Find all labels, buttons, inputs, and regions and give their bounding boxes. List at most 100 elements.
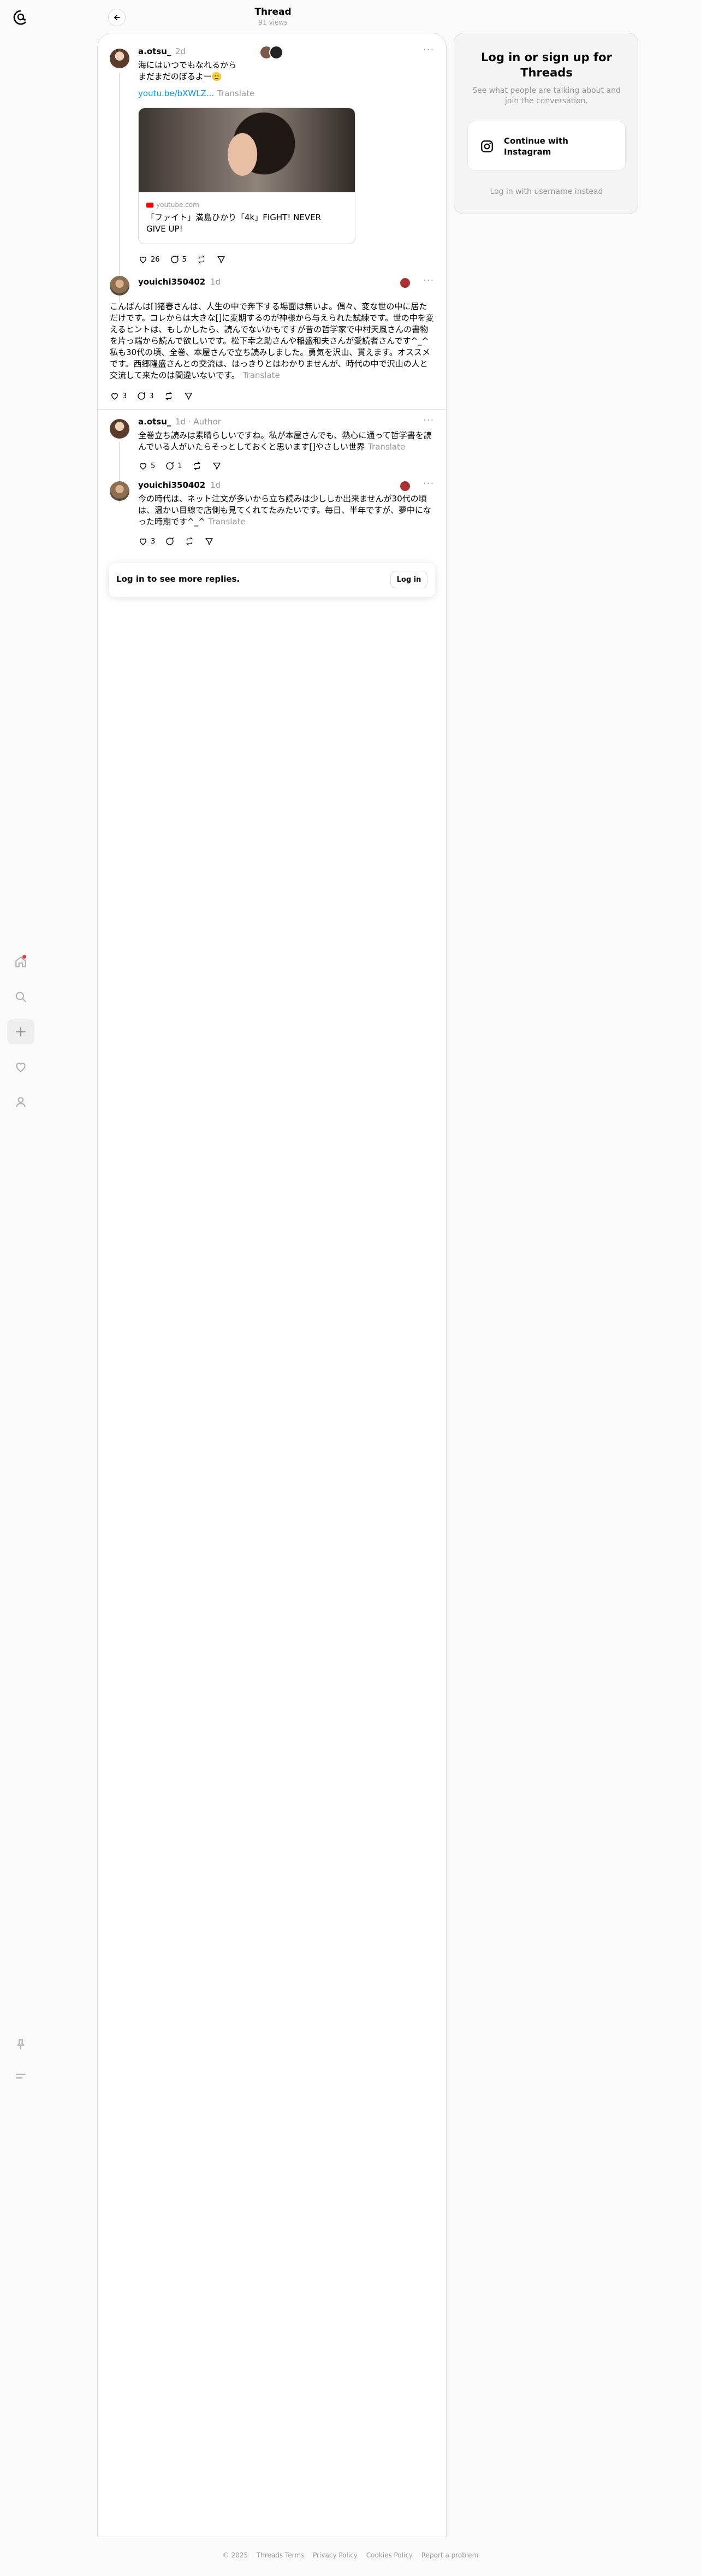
card-domain: youtube.com (146, 201, 199, 209)
create-post-icon[interactable] (7, 1019, 34, 1044)
threads-logo-icon[interactable] (10, 7, 32, 28)
arrow-left-icon (114, 15, 120, 20)
like-button[interactable]: 3 (138, 536, 155, 546)
like-count: 3 (151, 537, 156, 546)
post-actions: 5 1 (138, 459, 222, 472)
send-icon (212, 463, 221, 470)
send-icon (217, 256, 225, 263)
card-domain-text: youtube.com (156, 201, 199, 209)
reply-button[interactable]: 5 (170, 255, 187, 264)
avatar[interactable] (110, 276, 129, 296)
reply-count: 1 (177, 462, 182, 470)
notification-dot (22, 955, 26, 959)
footer-link-cookies[interactable]: Cookies Policy (366, 2551, 413, 2559)
translate-link[interactable]: Translate (243, 370, 280, 380)
instagram-icon (481, 140, 493, 152)
reply-avatars (399, 480, 417, 494)
avatar[interactable] (110, 481, 129, 501)
link-preview-card[interactable]: youtube.com 「ファイト」満島ひかり「4k」FIGHT! NEVER … (138, 108, 355, 244)
share-button[interactable] (204, 536, 214, 546)
avatar[interactable] (110, 419, 129, 439)
avatar (399, 277, 411, 289)
panel-title: Log in or sign up for Threads (481, 51, 612, 79)
post-time: 1d (175, 417, 186, 427)
send-icon (184, 393, 192, 400)
reply-avatars (259, 45, 292, 60)
repost-button[interactable] (197, 255, 206, 264)
username[interactable]: a.otsu_ (138, 46, 171, 56)
translate-link[interactable]: Translate (368, 442, 405, 452)
repost-icon (193, 462, 200, 470)
translate-link[interactable]: Translate (217, 88, 254, 98)
repost-icon (186, 537, 193, 546)
post-body: 今の時代は、ネット注文が多いから立ち読みは少ししか出来ませんが30代の頃は、温か… (138, 494, 431, 527)
comment-icon (170, 255, 179, 263)
footer-link-privacy[interactable]: Privacy Policy (313, 2551, 358, 2559)
card-title: 「ファイト」満島ひかり「4k」FIGHT! NEVER GIVE UP! (146, 212, 321, 234)
copyright: © 2025 (222, 2551, 248, 2559)
youtube-icon (146, 202, 153, 208)
more-options-icon[interactable]: ··· (423, 415, 434, 426)
like-button[interactable]: 3 (110, 391, 127, 401)
back-button[interactable] (108, 9, 126, 26)
post-link[interactable]: youtu.be/bXWLZ... (138, 88, 214, 98)
login-button[interactable]: Log in (390, 571, 427, 588)
send-icon (205, 538, 213, 545)
post-time: 1d (210, 480, 221, 490)
post-actions: 26 5 (138, 253, 226, 266)
comment-icon (166, 537, 174, 545)
pin-icon[interactable] (7, 2032, 34, 2057)
repost-button[interactable] (185, 536, 194, 546)
author-badge: Author (193, 417, 221, 427)
share-button[interactable] (183, 391, 193, 401)
share-button[interactable] (216, 255, 226, 264)
menu-icon[interactable] (7, 2064, 34, 2089)
view-count: 91 views (258, 19, 288, 26)
thread-line (119, 73, 120, 302)
username-login-link[interactable]: Log in with username instead (465, 187, 628, 196)
post-link-row: youtu.be/bXWLZ... Translate (138, 88, 422, 99)
profile-icon[interactable] (7, 1089, 34, 1114)
continue-with-instagram-button[interactable]: Continue with Instagram (467, 121, 626, 171)
translate-link[interactable]: Translate (209, 517, 246, 527)
more-options-icon[interactable]: ··· (423, 275, 434, 286)
post-text: こんばんは[]猪春さんは、人生の中で奔下する場面は無いよ。偶々、変な世の中に居た… (110, 301, 435, 381)
username[interactable]: youichi350402 (138, 277, 205, 287)
reply-avatars (399, 277, 417, 291)
repost-button[interactable] (164, 391, 174, 401)
username[interactable]: youichi350402 (138, 480, 205, 490)
activity-heart-icon[interactable] (7, 1054, 34, 1079)
post-actions: 3 (138, 535, 214, 548)
search-icon[interactable] (7, 984, 34, 1009)
thread-column: a.otsu_ 2d ··· 海にはいつでもなれるから まだまだのぼるよー🫡 y… (97, 33, 447, 2537)
footer-link-report[interactable]: Report a problem (421, 2551, 478, 2559)
reply-button[interactable]: 3 (136, 391, 154, 401)
post-time: 1d (210, 277, 221, 287)
username[interactable]: a.otsu_ (138, 417, 171, 427)
post-time: 2d (175, 46, 186, 56)
repost-button[interactable] (192, 461, 202, 471)
reply-count: 5 (182, 255, 187, 264)
left-nav-rail (0, 0, 41, 2576)
like-count: 3 (122, 392, 127, 400)
reply-count: 3 (149, 392, 154, 400)
more-options-icon[interactable]: ··· (423, 44, 434, 56)
login-panel: Log in or sign up for Threads See what p… (454, 33, 638, 214)
divider (98, 409, 446, 410)
instagram-button-label: Continue with Instagram (504, 136, 568, 157)
reply-button[interactable]: 1 (165, 461, 182, 471)
page-title: Thread (254, 7, 292, 17)
login-prompt-text: Log in to see more replies. (116, 574, 240, 584)
like-button[interactable]: 26 (138, 255, 160, 264)
share-button[interactable] (212, 461, 222, 471)
post-body: こんばんは[]猪春さんは、人生の中で奔下する場面は無いよ。偶々、変な世の中に居た… (110, 302, 434, 380)
like-button[interactable]: 5 (138, 461, 155, 471)
post-meta: 1d · Author (175, 417, 221, 427)
footer-link-terms[interactable]: Threads Terms (257, 2551, 304, 2559)
repost-icon (198, 255, 205, 264)
reply-button[interactable] (165, 536, 175, 546)
avatar[interactable] (110, 49, 129, 68)
more-options-icon[interactable]: ··· (423, 478, 434, 489)
like-count: 5 (151, 462, 156, 470)
home-icon[interactable] (7, 949, 34, 974)
